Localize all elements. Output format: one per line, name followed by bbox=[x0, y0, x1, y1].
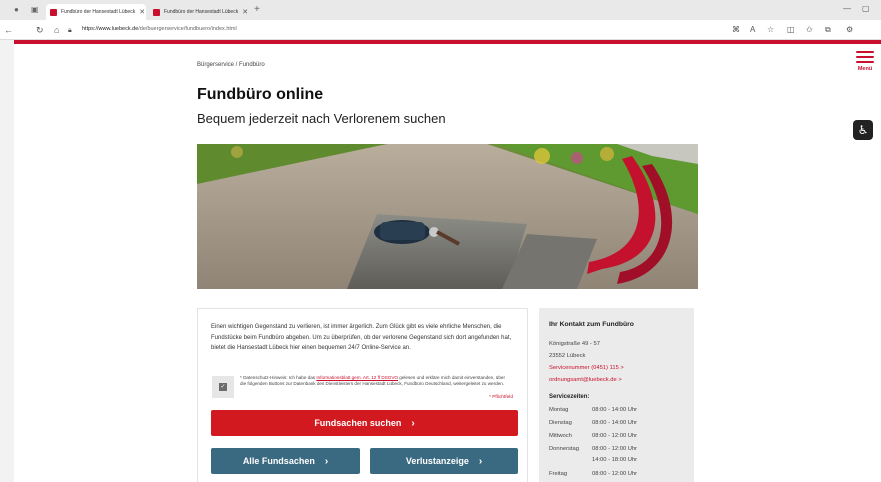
checkmark-icon: ✓ bbox=[219, 383, 227, 391]
service-card: Einen wichtigen Gegenstand zu verlieren,… bbox=[197, 308, 528, 482]
breadcrumb[interactable]: Bürgerservice / Fundbüro bbox=[197, 62, 265, 68]
chevron-right-icon: › bbox=[411, 417, 415, 429]
lock-icon: 🔒︎ bbox=[68, 27, 72, 34]
hours-day: Dienstag bbox=[549, 420, 572, 426]
site-favicon-icon bbox=[153, 8, 160, 16]
tab-title: Fundbüro der Hansestadt Lübeck bbox=[164, 9, 239, 15]
loss-report-button[interactable]: Verlustanzeige › bbox=[370, 448, 518, 474]
hours-row: Dienstag 08:00 - 14:00 Uhr bbox=[549, 420, 637, 426]
hours-row: Freitag 08:00 - 12:00 Uhr bbox=[549, 471, 637, 477]
all-found-items-button[interactable]: Alle Fundsachen › bbox=[211, 448, 360, 474]
search-found-items-button[interactable]: Fundsachen suchen › bbox=[211, 410, 518, 436]
minimize-icon[interactable]: — bbox=[843, 4, 851, 13]
required-field-note: * Pflichtfeld bbox=[489, 395, 513, 400]
chevron-right-icon: › bbox=[478, 455, 483, 467]
contact-city: 23552 Lübeck bbox=[549, 353, 586, 359]
accessibility-icon[interactable]: ♿︎ bbox=[853, 120, 873, 140]
web-page: Menü ♿︎ Bürgerservice / Fundbüro Fundbür… bbox=[14, 40, 881, 482]
contact-heading: Ihr Kontakt zum Fundbüro bbox=[549, 321, 634, 328]
browser-tabbar: ● ▣ Fundbüro der Hansestadt Lübeck ✕ Fun… bbox=[0, 0, 881, 20]
maximize-icon[interactable]: ▢ bbox=[862, 4, 870, 13]
back-icon[interactable]: ← bbox=[4, 25, 13, 35]
extensions-icon[interactable]: ⚙ bbox=[846, 25, 853, 34]
address-bar: ← ↻ ⌂ 🔒︎ https://www.luebeck.de/de/buerg… bbox=[0, 20, 881, 40]
service-hours-heading: Servicezeiten: bbox=[549, 394, 590, 400]
hours-time: 08:00 - 12:00 Uhr bbox=[592, 433, 638, 439]
page-subtitle: Bequem jederzeit nach Verlorenem suchen bbox=[197, 111, 446, 126]
hours-row: 14:00 - 18:00 Uhr bbox=[549, 457, 637, 463]
hours-day: Mittwoch bbox=[549, 433, 572, 439]
email-link[interactable]: ordnungsamt@luebeck.de > bbox=[549, 377, 622, 383]
page-title: Fundbüro online bbox=[197, 86, 324, 103]
profile-icon[interactable]: ● bbox=[14, 6, 23, 14]
hours-day: Donnerstag bbox=[549, 446, 579, 452]
new-tab-button[interactable]: + bbox=[254, 5, 263, 15]
contact-box: Ihr Kontakt zum Fundbüro Königstraße 49 … bbox=[539, 308, 694, 482]
hours-time: 08:00 - 14:00 Uhr bbox=[592, 407, 638, 413]
privacy-checkbox[interactable]: ✓ bbox=[212, 376, 234, 398]
hours-row: Montag 08:00 - 14:00 Uhr bbox=[549, 407, 637, 413]
intro-text: Einen wichtigen Gegenstand zu verlieren,… bbox=[211, 324, 512, 351]
close-tab-icon[interactable]: ✕ bbox=[139, 8, 145, 16]
url-field[interactable]: https://www.luebeck.de/de/buergerservice… bbox=[82, 26, 237, 32]
read-aloud-icon[interactable]: A bbox=[750, 25, 755, 34]
tab-title: Fundbüro der Hansestadt Lübeck bbox=[61, 9, 136, 15]
split-icon[interactable]: ◫ bbox=[787, 25, 795, 34]
hours-time: 08:00 - 12:00 Uhr bbox=[592, 471, 638, 477]
hamburger-line bbox=[856, 61, 874, 63]
search-button-label: Fundsachen suchen bbox=[314, 418, 402, 428]
loss-report-button-label: Verlustanzeige bbox=[405, 456, 469, 466]
hours-time: 14:00 - 18:00 Uhr bbox=[592, 457, 638, 463]
refresh-icon[interactable]: ↻ bbox=[36, 25, 44, 35]
all-items-button-label: Alle Fundsachen bbox=[242, 456, 315, 466]
hours-time: 08:00 - 12:00 Uhr bbox=[592, 446, 638, 452]
favorites-icon[interactable]: ✩ bbox=[806, 25, 813, 34]
contact-street: Königstraße 49 - 57 bbox=[549, 341, 600, 347]
park-bench-wallet-image bbox=[197, 144, 698, 289]
hours-row: Mittwoch 08:00 - 12:00 Uhr bbox=[549, 433, 637, 439]
chevron-right-icon: › bbox=[324, 455, 329, 467]
close-tab-icon[interactable]: ✕ bbox=[242, 8, 248, 16]
hamburger-line bbox=[856, 56, 874, 58]
hours-day: Montag bbox=[549, 407, 569, 413]
url-path: /de/buergerservice/fundbuero/index.html bbox=[138, 26, 237, 32]
brand-bar bbox=[14, 40, 881, 44]
site-favicon-icon bbox=[50, 8, 57, 16]
home-icon[interactable]: ⌂ bbox=[54, 25, 59, 35]
hours-day: Freitag bbox=[549, 471, 568, 477]
browser-tab-2[interactable]: Fundbüro der Hansestadt Lübeck ✕ bbox=[149, 4, 249, 20]
hours-row: Donnerstag 08:00 - 12:00 Uhr bbox=[549, 446, 637, 452]
hero-image bbox=[197, 144, 698, 289]
tab-actions-icon[interactable]: ▣ bbox=[31, 6, 40, 14]
url-host: https://www.luebeck.de bbox=[82, 26, 139, 32]
browser-tab-1[interactable]: Fundbüro der Hansestadt Lübeck ✕ bbox=[46, 4, 146, 20]
hours-time: 08:00 - 14:00 Uhr bbox=[592, 420, 638, 426]
service-phone-link[interactable]: Servicenummer (0451) 115 > bbox=[549, 365, 624, 371]
privacy-info-link[interactable]: Informationsblatt gem. Art. 12 ff DSGVO bbox=[316, 375, 398, 380]
menu-button[interactable]: Menü bbox=[853, 48, 877, 72]
apps-icon[interactable]: ⌘ bbox=[732, 25, 740, 34]
collections-icon[interactable]: ⧉ bbox=[825, 25, 831, 35]
favorite-icon[interactable]: ☆ bbox=[767, 25, 774, 34]
menu-label: Menü bbox=[857, 66, 873, 72]
privacy-text-start: * Datenschutz-Hinweis: Ich habe das bbox=[240, 375, 317, 380]
privacy-notice: * Datenschutz-Hinweis: Ich habe das Info… bbox=[240, 375, 510, 387]
hamburger-icon bbox=[856, 51, 874, 53]
